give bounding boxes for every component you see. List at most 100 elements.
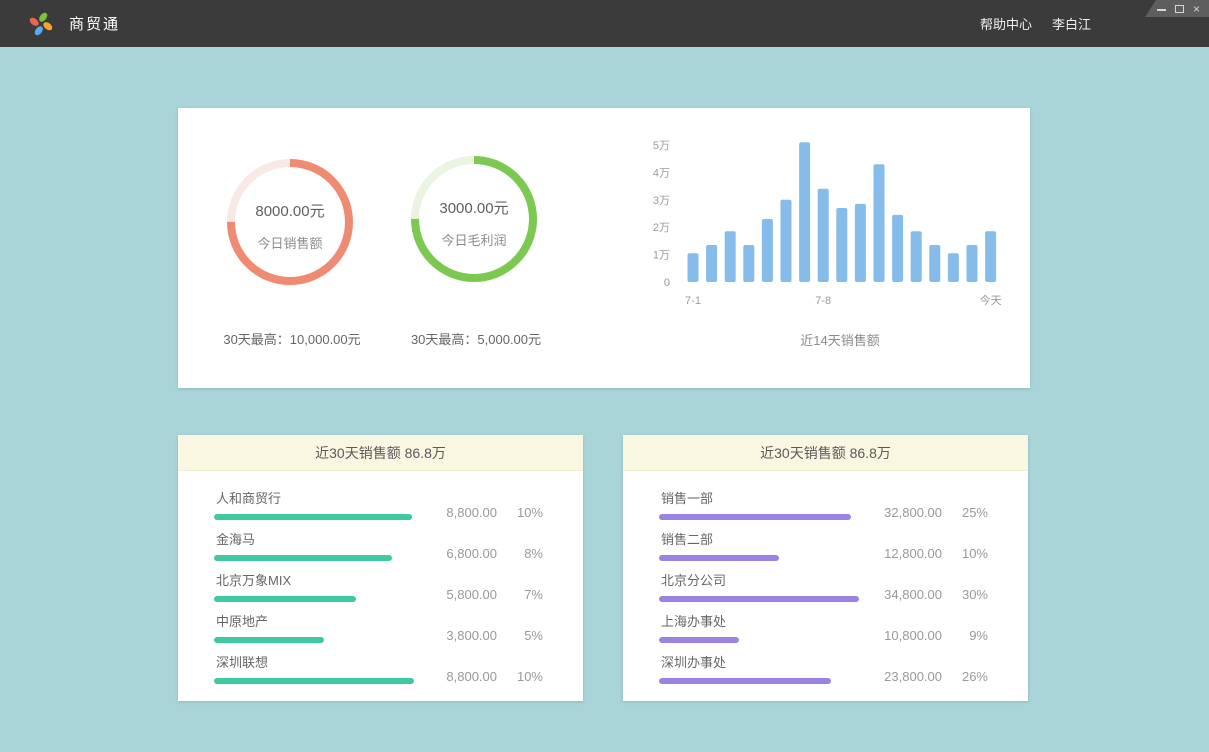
rank-amount: 5,800.00 <box>446 588 497 602</box>
rank-percent: 10% <box>942 547 988 561</box>
x-axis-tick: 7-8 <box>815 295 831 307</box>
rank-percent: 25% <box>942 506 988 520</box>
titlebar-menu: 帮助中心 李白江 <box>980 0 1091 47</box>
y-axis-tick: 5万 <box>653 140 670 152</box>
department-ranking-card: 近30天销售额 86.8万 销售一部32,800.0025%销售二部12,800… <box>623 435 1028 701</box>
app-logo-pinwheel-icon <box>28 11 54 37</box>
rank-name: 北京分公司 <box>661 574 859 587</box>
bar <box>688 253 699 282</box>
rank-bar-group: 北京万象MIX <box>214 574 414 602</box>
y-axis-tick: 3万 <box>653 195 670 207</box>
rank-values: 12,800.0010% <box>859 547 988 561</box>
rank-percent: 7% <box>497 588 543 602</box>
bar <box>874 164 885 282</box>
list-item: 深圳联想8,800.0010% <box>214 656 543 684</box>
close-icon: × <box>1193 4 1200 14</box>
rank-percent: 9% <box>942 629 988 643</box>
rank-name: 深圳办事处 <box>661 656 859 669</box>
y-axis-tick: 0 <box>664 277 670 289</box>
x-axis-tick: 7-1 <box>685 295 701 307</box>
rank-amount: 8,800.00 <box>446 670 497 684</box>
rank-amount: 3,800.00 <box>446 629 497 643</box>
customer-ranking-title: 近30天销售额 86.8万 <box>178 435 583 471</box>
app-title: 商贸通 <box>69 13 120 34</box>
rank-bar-group: 深圳办事处 <box>659 656 859 684</box>
rank-bar-group: 北京分公司 <box>659 574 859 602</box>
today-sales-donut-center: 8000.00元 今日销售额 <box>220 152 360 292</box>
x-axis-tick: 今天 <box>980 293 1002 307</box>
rank-bar <box>214 637 324 643</box>
rank-name: 销售一部 <box>661 492 859 505</box>
list-item: 深圳办事处23,800.0026% <box>659 656 988 684</box>
bar <box>799 142 810 282</box>
minimize-button[interactable] <box>1157 3 1166 15</box>
rank-amount: 8,800.00 <box>446 506 497 520</box>
rank-bar-group: 销售二部 <box>659 533 859 561</box>
minimize-icon <box>1157 9 1166 11</box>
list-item: 金海马 6,800.008% <box>214 533 543 561</box>
dashboard: 8000.00元 今日销售额 30天最高：10,000.00元 3000.00元… <box>0 47 1209 752</box>
bar <box>743 245 754 282</box>
titlebar-brand: 商贸通 <box>28 11 120 37</box>
y-axis-tick: 1万 <box>653 250 670 262</box>
rank-values: 3,800.005% <box>414 629 543 643</box>
today-profit-donut: 3000.00元 今日毛利润 <box>404 149 544 289</box>
bar <box>892 215 903 282</box>
rank-values: 8,800.0010% <box>414 670 543 684</box>
help-center-link[interactable]: 帮助中心 <box>980 14 1032 33</box>
rank-bar-group: 销售一部 <box>659 492 859 520</box>
y-axis-tick: 4万 <box>653 167 670 179</box>
rank-values: 8,800.0010% <box>414 506 543 520</box>
rank-percent: 5% <box>497 629 543 643</box>
customer-ranking-list: 人和商贸行8,800.0010%金海马6,800.008%北京万象MIX5,80… <box>178 471 583 684</box>
bar <box>781 200 792 282</box>
app-window: 商贸通 帮助中心 李白江 × 8000.00元 今日销售额 <box>0 0 1209 752</box>
rank-percent: 10% <box>497 670 543 684</box>
rank-bar <box>659 514 851 520</box>
today-profit-donut-center: 3000.00元 今日毛利润 <box>404 149 544 289</box>
today-profit-value: 3000.00元 <box>439 197 508 218</box>
rank-values: 10,800.009% <box>859 629 988 643</box>
close-button[interactable]: × <box>1193 3 1200 15</box>
today-sales-value: 8000.00元 <box>255 200 324 221</box>
maximize-button[interactable] <box>1175 3 1184 15</box>
rank-amount: 12,800.00 <box>884 547 942 561</box>
bar <box>967 245 978 282</box>
rank-values: 5,800.007% <box>414 588 543 602</box>
rank-name: 上海办事处 <box>661 615 859 628</box>
rank-bar-group: 金海马 <box>214 533 414 561</box>
list-item: 销售二部12,800.0010% <box>659 533 988 561</box>
rank-amount: 6,800.00 <box>446 547 497 561</box>
list-item: 北京万象MIX5,800.007% <box>214 574 543 602</box>
window-controls: × <box>1145 0 1209 17</box>
username-menu[interactable]: 李白江 <box>1052 14 1091 33</box>
list-item: 人和商贸行8,800.0010% <box>214 492 543 520</box>
bar <box>911 231 922 282</box>
list-item: 北京分公司34,800.0030% <box>659 574 988 602</box>
rank-bar <box>659 678 831 684</box>
rank-bar-group: 中原地产 <box>214 615 414 643</box>
rank-bar <box>214 596 356 602</box>
sales-14d-chart-title: 近14天销售额 <box>645 330 1035 349</box>
department-ranking-list: 销售一部32,800.0025%销售二部12,800.0010%北京分公司34,… <box>623 471 1028 684</box>
rank-amount: 34,800.00 <box>884 588 942 602</box>
bar <box>948 253 959 282</box>
rank-bar <box>659 555 779 561</box>
rank-bar-group: 上海办事处 <box>659 615 859 643</box>
rank-name: 人和商贸行 <box>216 492 414 505</box>
y-axis-tick: 2万 <box>653 222 670 234</box>
rank-bar <box>214 514 412 520</box>
rank-values: 34,800.0030% <box>859 588 988 602</box>
rank-values: 23,800.0026% <box>859 670 988 684</box>
rank-name: 北京万象MIX <box>216 574 414 587</box>
department-ranking-title: 近30天销售额 86.8万 <box>623 435 1028 471</box>
bar <box>855 204 866 282</box>
sales-14d-chart-block: 01万2万3万4万5万7-17-8今天 近14天销售额 <box>630 128 1020 378</box>
bar <box>762 219 773 282</box>
rank-percent: 10% <box>497 506 543 520</box>
today-sales-label: 今日销售额 <box>257 233 322 252</box>
rank-bar-group: 深圳联想 <box>214 656 414 684</box>
bar <box>725 231 736 282</box>
rank-percent: 8% <box>497 547 543 561</box>
rank-bar-group: 人和商贸行 <box>214 492 414 520</box>
